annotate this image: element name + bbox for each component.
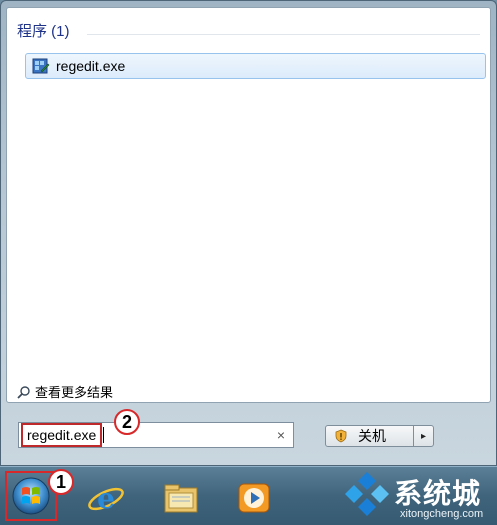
- start-orb-icon: [12, 477, 50, 515]
- callout-step-1: 1: [48, 469, 74, 495]
- site-watermark: 系统城 xitongcheng.com: [342, 470, 494, 522]
- watermark-subtitle: xitongcheng.com: [400, 508, 484, 520]
- see-more-results-link[interactable]: 查看更多结果: [17, 382, 113, 401]
- shutdown-options-button[interactable]: ▸: [413, 425, 434, 447]
- magnifier-icon: [17, 385, 30, 399]
- chevron-right-icon: ▸: [420, 430, 427, 442]
- watermark-logo-icon: [345, 472, 389, 516]
- regedit-icon: [32, 58, 50, 74]
- watermark-title: 系统城: [394, 478, 482, 509]
- search-input[interactable]: regedit.exe ×: [18, 422, 294, 448]
- ie-icon[interactable]: e: [86, 478, 126, 518]
- shutdown-label: 关机: [358, 428, 386, 444]
- svg-text:e: e: [97, 482, 115, 515]
- group-divider: [87, 34, 480, 35]
- shutdown-button[interactable]: 关机: [325, 425, 414, 447]
- search-results-pane: 程序 (1) regedit.exe 查看更多结果: [6, 7, 491, 403]
- see-more-label: 查看更多结果: [35, 385, 114, 400]
- search-input-value: regedit.exe: [21, 423, 103, 447]
- text-caret: [103, 427, 105, 443]
- results-group-header: 程序 (1): [17, 23, 70, 40]
- start-menu: 程序 (1) regedit.exe 查看更多结果 regedit.exe × …: [0, 0, 497, 466]
- shield-icon: [335, 429, 347, 443]
- explorer-folder-icon[interactable]: [161, 478, 201, 518]
- media-player-icon[interactable]: [234, 478, 274, 518]
- clear-search-button[interactable]: ×: [277, 427, 285, 443]
- result-item-label: regedit.exe: [56, 58, 126, 74]
- result-item-regedit[interactable]: regedit.exe: [25, 53, 486, 79]
- callout-step-2: 2: [114, 409, 140, 435]
